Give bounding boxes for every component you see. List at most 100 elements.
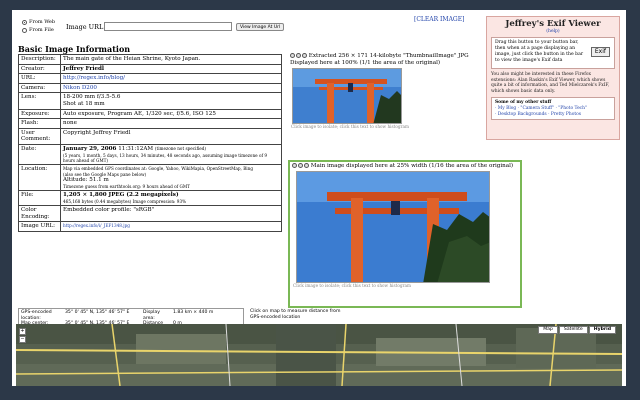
- camera-link[interactable]: Nikon D200: [60, 82, 282, 94]
- radio-web-label: From Web: [29, 19, 56, 25]
- date-main: January 29, 2006: [63, 145, 117, 152]
- main-image-header: Main image displayed here at 25% width (…: [290, 162, 520, 171]
- map-type-selector: Map Satellite Hybrid: [538, 326, 616, 334]
- source-radio-group: From Web From File: [22, 18, 55, 34]
- location-map-links[interactable]: Map via embedded GPS coordinates at: Goo…: [63, 166, 279, 171]
- other-links-row-2[interactable]: · Desktop Backgrounds · Pretty Photos: [495, 112, 611, 118]
- comment-value: Copyright Jeffrey Friedl: [60, 127, 282, 145]
- image-url-link[interactable]: http://regex.info/i/_JEF1348.jpg: [60, 221, 282, 232]
- image-url-key: Image URL:: [18, 221, 61, 232]
- url-link[interactable]: http://regex.info/blog/: [60, 73, 282, 84]
- main-image-desc: Main image displayed here at 25% width (…: [310, 163, 514, 169]
- creator-value: Jeffrey Friedl: [60, 63, 282, 75]
- main-image-caption[interactable]: Click image to isolate; click this text …: [290, 283, 520, 288]
- date-time: 11:31:12AM: [118, 145, 154, 152]
- clear-image-link[interactable]: [CLEAR IMAGE]: [414, 16, 464, 23]
- table-row: User Comment: Copyright Jeffrey Friedl: [18, 127, 282, 145]
- creator-key: Creator:: [18, 63, 61, 75]
- date-ago: (5 years, 1 month, 5 days, 13 hours, 34 …: [63, 152, 268, 163]
- other-stuff-box: Some of my other stuff · My Blog · "Came…: [491, 97, 615, 121]
- camera-key: Camera:: [18, 82, 61, 94]
- zoom-out-icon[interactable]: [296, 53, 301, 58]
- gps-key: GPS-encoded location:: [21, 310, 52, 321]
- description-value: The main gate of the Heian Shrine, Kyoto…: [60, 54, 282, 65]
- table-row: Date: January 29, 2006 11:31:12AM (timez…: [18, 143, 282, 166]
- table-row: Exposure: Auto exposure, Program AE, 1/3…: [18, 108, 282, 120]
- lens-key: Lens:: [18, 92, 61, 110]
- table-row: Creator: Jeffrey Friedl: [18, 63, 282, 75]
- rotate-icon[interactable]: [304, 163, 309, 168]
- file-main: 1,205 × 1,800 JPEG (2.2 megapixels): [63, 192, 179, 199]
- flash-value: none: [60, 118, 282, 129]
- panel-icons: [292, 163, 309, 168]
- radio-unselected-icon[interactable]: [22, 27, 27, 33]
- altitude-value: Altitude: 51.1 m: [63, 177, 109, 184]
- map-type-hybrid[interactable]: Hybrid: [588, 326, 616, 334]
- flash-key: Flash:: [18, 118, 61, 129]
- url-key: URL:: [18, 73, 61, 84]
- thumbnail-caption[interactable]: Click image to isolate; click this text …: [288, 124, 482, 129]
- color-value: Embedded color profile: "sRGB": [60, 205, 282, 223]
- map-info-row: GPS-encoded location: 35° 0' 45" N, 135°…: [21, 310, 241, 321]
- exposure-value: Auto exposure, Program AE, 1/320 sec, f/…: [60, 108, 282, 120]
- viewer-help-link[interactable]: (help): [487, 29, 619, 34]
- thumbnail-header: Extracted 256 × 171 14-kilobyte "Thumbna…: [288, 52, 482, 68]
- radio-selected-icon[interactable]: [22, 19, 27, 25]
- table-row: URL: http://regex.info/blog/: [18, 73, 282, 84]
- area-value: 1.83 km × 440 m: [173, 310, 214, 315]
- date-key: Date:: [18, 143, 61, 166]
- image-info-table: Description: The main gate of the Heian …: [18, 54, 282, 232]
- location-key: Location:: [18, 164, 61, 192]
- radio-from-file[interactable]: From File: [22, 26, 55, 34]
- map-zoom-control: + −: [19, 328, 33, 368]
- lens-line-2: Shot at 18 mm: [63, 100, 105, 107]
- main-image-panel: Main image displayed here at 25% width (…: [288, 160, 522, 308]
- table-row: Color Encoding: Embedded color profile: …: [18, 205, 282, 223]
- image-url-input[interactable]: [104, 22, 232, 31]
- zoom-out-icon[interactable]: [298, 163, 303, 168]
- lens-value: 18-200 mm f/3.5-5.6 Shot at 18 mm: [60, 92, 282, 110]
- thumbnail-panel: Extracted 256 × 171 14-kilobyte "Thumbna…: [288, 52, 482, 156]
- radio-from-web[interactable]: From Web: [22, 18, 55, 26]
- table-row: Image URL: http://regex.info/i/_JEF1348.…: [18, 221, 282, 232]
- bookmarklet-panel: Drag this button to your button bar, the…: [491, 37, 615, 69]
- zoom-in-icon[interactable]: [292, 163, 297, 168]
- file-value: 1,205 × 1,800 JPEG (2.2 megapixels) 465,…: [60, 190, 282, 207]
- zoom-in-icon[interactable]: [290, 53, 295, 58]
- map-click-note: Click on map to measure distance from GP…: [250, 309, 341, 320]
- table-row: Lens: 18-200 mm f/3.5-5.6 Shot at 18 mm: [18, 92, 282, 110]
- radio-file-label: From File: [29, 27, 54, 33]
- area-key: Display area:: [143, 310, 160, 321]
- torii-thumbnail-graphic: [293, 69, 401, 123]
- date-value: January 29, 2006 11:31:12AM (timezone no…: [60, 143, 282, 166]
- map-type-map[interactable]: Map: [538, 326, 558, 334]
- exif-bookmarklet-button[interactable]: Exif: [590, 47, 610, 57]
- section-title: Basic Image Information: [18, 44, 131, 54]
- file-sub: 465,168 bytes (0.44 megabytes) Image com…: [63, 198, 187, 204]
- bookmarklet-text: Drag this button to your button bar, the…: [495, 40, 584, 63]
- exif-viewer-box: Jeffrey's Exif Viewer (help) Drag this b…: [486, 16, 620, 140]
- satellite-map-graphic: [16, 324, 622, 386]
- date-timezone: (timezone not specified): [154, 145, 207, 151]
- view-image-button[interactable]: View Image At Url: [236, 23, 285, 31]
- google-map[interactable]: + − Map Satellite Hybrid: [16, 324, 622, 386]
- table-row: File: 1,205 × 1,800 JPEG (2.2 megapixels…: [18, 190, 282, 207]
- main-image[interactable]: [296, 171, 490, 283]
- table-row: Camera: Nikon D200: [18, 82, 282, 94]
- exif-viewer-page: From Web From File Image URL: View Image…: [12, 10, 626, 386]
- thumbnail-desc-2: Displayed here at 100% (1/1 the area of …: [290, 60, 441, 66]
- image-url-label: Image URL:: [66, 23, 106, 31]
- zoom-out-icon[interactable]: −: [19, 336, 26, 343]
- lens-line-1: 18-200 mm f/3.5-5.6: [63, 94, 121, 101]
- map-type-satellite[interactable]: Satellite: [558, 326, 588, 334]
- rotate-icon[interactable]: [302, 53, 307, 58]
- table-row: Location: Map via embedded GPS coordinat…: [18, 164, 282, 192]
- exposure-key: Exposure:: [18, 108, 61, 120]
- color-key: Color Encoding:: [18, 205, 61, 223]
- timezone-guess: Timezone guess from earthtools.org: 9 ho…: [63, 183, 190, 189]
- description-key: Description:: [18, 54, 61, 65]
- comment-key: User Comment:: [18, 127, 61, 145]
- thumbnail-image[interactable]: [292, 68, 402, 124]
- zoom-in-icon[interactable]: +: [19, 328, 26, 335]
- location-value: Map via embedded GPS coordinates at: Goo…: [60, 164, 282, 192]
